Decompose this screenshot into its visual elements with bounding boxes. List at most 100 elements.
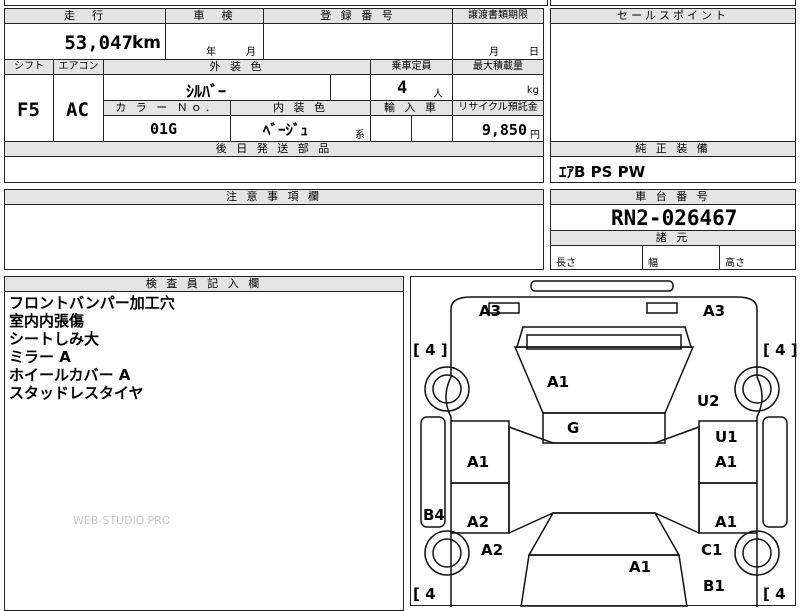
tire-front-right-inner [742,374,772,404]
mark-left-rear-fender: A2 [481,541,503,559]
tire-rear-left-inner [432,538,462,568]
aircon-value: AC [66,99,89,121]
transfer-deadline-header: 譲渡書類期限 [452,8,544,24]
right-rocker [762,416,788,528]
width-cell: 幅 [642,245,720,270]
later-parts-cell [4,156,544,183]
factory-equipment-cell: ｴｱB PS PW [550,156,796,183]
color-no-value: 01G [150,120,178,138]
remark-line: フロントバンパー加工穴 [9,294,175,312]
remark-line: シートしみ大 [9,330,100,348]
capacity-value: 4 [397,78,408,98]
inspector-notes-cell: フロントバンパー加工穴 室内内張傷 シートしみ大 ミラー A ホイールカバー A… [4,291,404,611]
dimensions-header: 諸 元 [550,230,796,246]
chassis-number-value: RN2-026467 [611,206,738,230]
rear-glass [527,512,681,556]
interior-color-cell: ﾍﾞｰｼﾞｭ 系 [230,115,371,142]
length-cell: 長さ [550,245,643,270]
tire-rear-left [424,530,470,576]
mileage-cell: 53,047 km [4,23,166,60]
deadline-month-unit: 月 [489,47,499,58]
remark-line: 室内内張傷 [9,312,85,330]
mark-roof: G [567,419,579,437]
remark-line: ミラー A [9,348,71,366]
mark-right-rear-door: A1 [715,513,737,531]
mark-trunk: A1 [629,558,651,576]
max-load-cell: kg [452,74,544,101]
mark-right-front-door-lower: A1 [715,453,737,471]
car-diagram-frame: A3 A3 A1 U2 G U1 A1 A1 B4 A2 A1 A2 C1 A1… [410,276,797,607]
exterior-color-cell: ｼﾙﾊﾞｰ [103,74,331,101]
mark-hood: A1 [547,373,569,391]
exterior-color-extra-cell [330,74,371,101]
mark-right-front-door: U1 [715,428,738,446]
mileage-unit: km [131,33,161,53]
recycle-fee-header: リサイクル預託金 [452,100,544,116]
color-no-header: カ ラ ー Ｎｏ． [103,100,231,116]
mark-front-right: A3 [703,302,725,320]
mark-tire-front-left: [ 4 ] [413,341,448,359]
sales-point-cell [550,23,796,142]
cabin [508,425,700,535]
mark-left-front-door: A1 [467,453,489,471]
inspection-year-unit: 年 [206,47,216,58]
front-bumper [530,280,674,292]
top-strip [4,0,548,6]
roof [542,412,666,444]
interior-color-value: ﾍﾞｰｼﾞｭ [263,121,309,139]
exterior-color-header: 外 装 色 [103,59,371,75]
transfer-deadline-cell: 月 日 [452,23,544,60]
mileage-value: 53,047 [64,32,133,54]
mark-tire-rear-left: [ 4 [413,585,436,603]
trunk [520,554,688,607]
notes-cell [4,204,544,270]
mark-left-rear-door: A2 [467,513,489,531]
length-label: 長さ [556,258,576,269]
top-strip-right [550,0,796,6]
mark-left-pillar: B4 [423,506,445,524]
interior-color-suffix: 系 [355,130,365,141]
capacity-unit: 人 [433,89,443,100]
mark-right-front-fender: U2 [697,392,720,410]
aircon-header: エアコン [53,59,104,75]
recycle-fee-unit: 円 [530,130,540,141]
shift-value: F5 [17,99,40,121]
remark-line: ホイールカバー A [9,366,131,384]
shift-cell: F5 [4,74,54,142]
sales-point-header: セールスポイント [550,8,796,24]
deadline-day-unit: 日 [529,47,539,58]
left-front-door [451,420,510,484]
chassis-number-header: 車 台 番 号 [550,189,796,205]
registration-cell [263,23,453,60]
notes-header: 注 意 事 項 欄 [4,189,544,205]
inspection-header: 車 検 [165,8,264,24]
import-header: 輸 入 車 [370,100,453,116]
inspector-notes-header: 検 査 員 記 入 欄 [4,276,404,292]
color-no-cell: 01G [103,115,231,142]
mark-tire-rear-right: [ 4 [763,585,786,603]
exterior-color-value: ｼﾙﾊﾞｰ [186,82,227,101]
factory-equipment-header: 純 正 装 備 [550,141,796,157]
max-load-header: 最大積載量 [452,59,544,75]
interior-color-header: 内 装 色 [230,100,371,116]
width-label: 幅 [648,258,658,269]
registration-header: 登 録 番 号 [263,8,453,24]
headlight-right [646,302,678,314]
capacity-header: 乗車定員 [370,59,453,75]
inspection-month-unit: 月 [246,47,256,58]
chassis-number-cell: RN2-026467 [550,204,796,231]
windshield [515,326,693,348]
capacity-cell: 4 人 [370,74,453,101]
later-parts-header: 後 日 発 送 部 品 [4,141,544,157]
import-cell-a [370,115,412,142]
mark-right-rear-fender: C1 [701,541,722,559]
watermark: WEB-STUDIO.PRO [73,514,171,527]
height-label: 高さ [725,258,745,269]
car-diagram: A3 A3 A1 U2 G U1 A1 A1 B4 A2 A1 A2 C1 A1… [413,280,797,607]
mark-tire-front-right: [ 4 ] [763,341,797,359]
load-unit: kg [526,85,539,96]
factory-equipment-value: ｴｱB PS PW [559,163,646,181]
recycle-fee-cell: 9,850 円 [452,115,544,142]
mark-rear-right: B1 [703,577,725,595]
import-cell-b [411,115,453,142]
